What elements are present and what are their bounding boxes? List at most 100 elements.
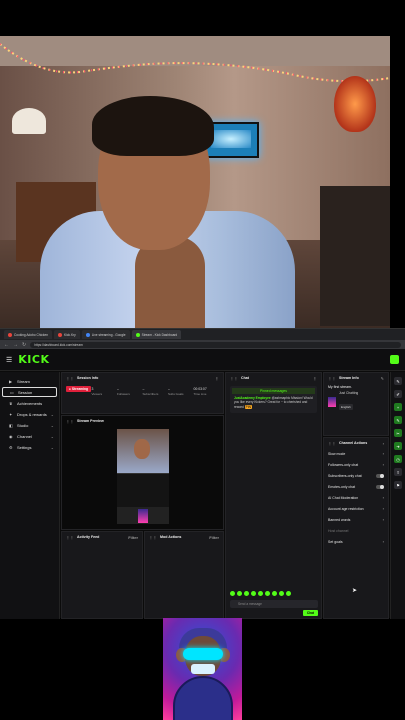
channel-action-label: AI Chat Moderation — [328, 495, 359, 500]
emote-icon[interactable] — [279, 591, 284, 596]
dashboard-screenshot: Cooking Adobo Chicken Kick.Kry Live stream… — [0, 328, 405, 619]
tab-favicon-icon — [85, 332, 90, 337]
emote-icon[interactable] — [286, 591, 291, 596]
forward-icon[interactable]: → — [13, 342, 18, 348]
emote-icon[interactable] — [230, 591, 235, 596]
channel-action-item[interactable]: Slow mode › — [324, 448, 388, 459]
stat-value: – — [117, 387, 119, 391]
sidebar-item-label: Settings — [17, 444, 32, 450]
sidebar-item-drops[interactable]: ✦ Drops & rewards ⌄ — [2, 409, 57, 419]
channel-action-item[interactable]: Banned words › — [324, 514, 388, 525]
emote-icon[interactable] — [265, 591, 270, 596]
toggle-switch[interactable] — [376, 484, 384, 489]
stat-value: 00:03:07 — [193, 387, 207, 391]
sidebar-item-stream[interactable]: ▶ Stream — [2, 376, 57, 386]
pencil-icon[interactable]: ✐ — [394, 390, 402, 398]
stat-value: 3 — [91, 387, 94, 391]
gift-icon: ✦ — [9, 411, 13, 417]
url-field[interactable]: https://dashboard.kick.com/stream — [30, 341, 401, 348]
chevron-right-icon[interactable]: › — [383, 441, 384, 446]
channel-action-item[interactable]: Host channel — [324, 525, 388, 536]
browser-tab[interactable]: Kick.Kry — [54, 330, 80, 339]
chevron-down-icon: ⌄ — [50, 422, 54, 428]
drag-handle-icon[interactable]: ⋮⋮ — [328, 376, 336, 381]
red-lantern — [334, 76, 376, 132]
raid-icon[interactable]: ➜ — [394, 442, 402, 450]
channel-action-item[interactable]: Subscribers-only chat — [324, 470, 388, 481]
channel-action-item[interactable]: Emotes-only chat — [324, 481, 388, 492]
pinned-user[interactable]: JustAcademy Employee — [234, 396, 271, 400]
profile-avatar[interactable] — [390, 355, 399, 364]
clip-icon[interactable]: ✂ — [394, 429, 402, 437]
share-icon[interactable]: ⇪ — [394, 468, 402, 476]
browser-tab[interactable]: Stream - Kick Dashboard — [131, 330, 182, 339]
hoodie — [173, 676, 233, 720]
edit-icon[interactable]: ✎ — [381, 376, 384, 381]
chat-input[interactable]: Send a message — [230, 600, 318, 608]
sidebar-item-session[interactable]: ▭ Session — [2, 387, 57, 397]
flag-icon[interactable]: ⚑ — [394, 481, 402, 489]
sidebar-item-studio[interactable]: ◧ Studio ⌄ — [2, 420, 57, 430]
session-stat: – Followers — [117, 387, 143, 396]
drag-handle-icon[interactable]: ⋮⋮ — [149, 535, 157, 540]
menu-icon[interactable]: ☰ — [6, 356, 12, 364]
chevron-right-icon: › — [382, 517, 384, 522]
back-icon[interactable]: ← — [4, 342, 9, 348]
session-stat: 00:03:07 Time Live — [194, 387, 220, 396]
channel-action-item[interactable]: Account age restriction › — [324, 503, 388, 514]
edit-icon[interactable]: ✎ — [394, 377, 402, 385]
stat-label: Subs Goals — [168, 392, 184, 396]
drag-handle-icon[interactable]: ⋮⋮ — [328, 441, 336, 446]
equipment — [320, 186, 390, 326]
reload-icon[interactable]: ↻ — [22, 342, 26, 348]
kick-logo[interactable]: KICK — [18, 353, 49, 366]
emote-icon[interactable] — [251, 591, 256, 596]
sidebar-item-label: Drops & rewards — [17, 411, 47, 417]
more-icon[interactable]: ⋮ — [215, 376, 219, 381]
drag-handle-icon[interactable]: ⋮⋮ — [230, 376, 238, 381]
drag-handle-icon[interactable]: ⋮⋮ — [66, 419, 74, 424]
channel-action-item[interactable]: Followers-only chat › — [324, 459, 388, 470]
sidebar-item-label: Channel — [17, 433, 32, 439]
sidebar-item-channel[interactable]: ◉ Channel ⌄ — [2, 431, 57, 441]
stream-info-panel: ⋮⋮ Stream Info ✎ My first stream. Just C… — [323, 372, 389, 436]
stat-label: Followers — [117, 392, 130, 396]
more-icon[interactable]: ⋮ — [313, 376, 317, 381]
chat-send-button[interactable]: Chat — [302, 610, 318, 616]
filter-button[interactable]: Filter — [128, 535, 138, 540]
edit-icon[interactable]: ✎ — [394, 416, 402, 424]
toggle-switch[interactable] — [376, 473, 384, 478]
drag-handle-icon[interactable]: ⋮⋮ — [66, 535, 74, 540]
filter-button[interactable]: Filter — [209, 535, 219, 540]
sidebar-item-achievements[interactable]: ♛ Achievements — [2, 398, 57, 408]
mouse-cursor-icon: ➤ — [352, 588, 358, 594]
emote-icon[interactable] — [258, 591, 263, 596]
drag-handle-icon[interactable]: ⋮⋮ — [66, 376, 74, 381]
mod-actions-panel: ⋮⋮ Mod Actions Filter — [144, 531, 224, 619]
clock-icon[interactable]: ◷ — [394, 455, 402, 463]
emote-icon[interactable] — [244, 591, 249, 596]
sidebar-item-settings[interactable]: ⚙ Settings ⌄ — [2, 442, 57, 452]
emote-icon[interactable] — [237, 591, 242, 596]
tab-favicon-icon — [8, 332, 12, 337]
sidebar-item-label: Session — [18, 389, 33, 395]
plus-icon[interactable]: + — [394, 403, 402, 411]
session-info-panel: ⋮⋮ Session Info ⋮ ● Streaming 3 Viewers – F… — [61, 372, 224, 414]
live-badge: ● Streaming — [66, 386, 92, 392]
pinned-message[interactable]: Pinned messages JustAcademy Employee @as… — [230, 386, 317, 414]
chat-panel: ⋮⋮ Chat ⋮ Pinned messages JustAcademy Em… — [225, 372, 322, 619]
stream-preview-panel: ⋮⋮ Stream Preview — [61, 415, 224, 530]
channel-action-item[interactable]: AI Chat Moderation › — [324, 492, 388, 503]
browser-tab[interactable]: Cooking Adobo Chicken — [4, 330, 53, 339]
channel-action-item[interactable]: Set goals › — [324, 536, 388, 547]
gear-icon: ⚙ — [9, 444, 13, 450]
chevron-down-icon: ⌄ — [50, 444, 54, 450]
channel-action-label: Followers-only chat — [328, 462, 359, 467]
chevron-down-icon: ⌄ — [50, 411, 54, 417]
browser-tab[interactable]: Live streaming - Google — [81, 330, 130, 339]
preview-dashboard — [117, 473, 169, 507]
activity-feed-panel: ⋮⋮ Activity Feed Filter — [61, 531, 143, 619]
emote-icon[interactable] — [272, 591, 277, 596]
tab-favicon-icon — [135, 332, 140, 337]
stream-preview-video[interactable] — [117, 429, 169, 524]
